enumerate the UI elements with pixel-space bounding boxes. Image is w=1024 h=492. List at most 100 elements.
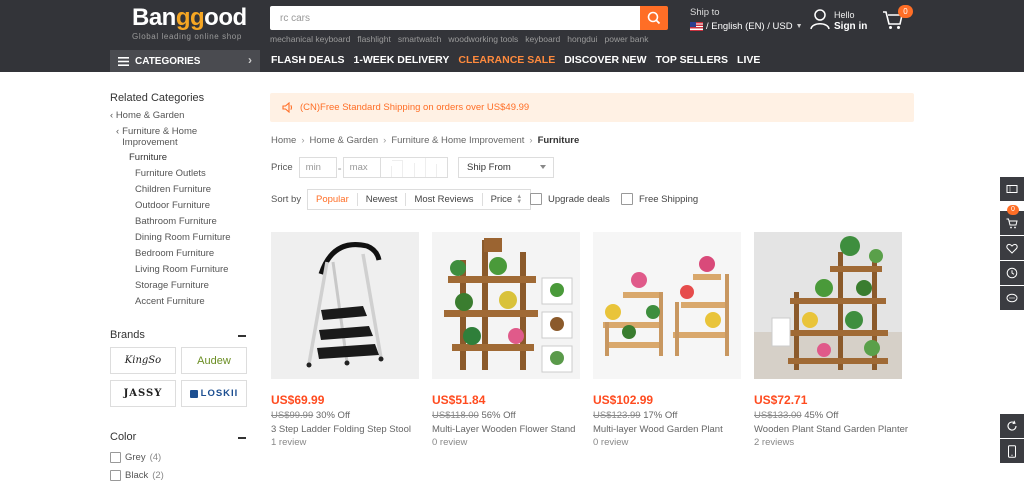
review-count[interactable]: 0 review: [432, 437, 580, 448]
product-image[interactable]: [432, 232, 580, 379]
sort-most-reviews[interactable]: Most Reviews: [406, 193, 483, 206]
hot-word[interactable]: mechanical keyboard: [270, 34, 350, 44]
ship-to-selector[interactable]: Ship to / English (EN) / USD ▼: [690, 7, 803, 32]
logo[interactable]: Banggood: [132, 4, 247, 32]
product-card[interactable]: US$102.99 US$123.99 17% Off Multi-layer …: [593, 232, 741, 448]
chevron-right-icon: ›: [529, 135, 533, 146]
breadcrumb-link[interactable]: Home: [271, 135, 296, 146]
discount-label: 45% Off: [804, 410, 839, 421]
breadcrumb-link[interactable]: Home & Garden: [310, 135, 379, 146]
product-name[interactable]: 3 Step Ladder Folding Step Stool: [271, 424, 419, 435]
product-card[interactable]: US$72.71 US$133.00 45% Off Wooden Plant …: [754, 232, 908, 448]
product-card[interactable]: US$69.99 US$99.99 30% Off 3 Step Ladder …: [271, 232, 419, 448]
coupon-button[interactable]: [1000, 177, 1024, 201]
chat-button[interactable]: [1000, 286, 1024, 310]
search-button[interactable]: [640, 6, 668, 30]
review-count[interactable]: 0 review: [593, 437, 741, 448]
hot-word[interactable]: keyboard: [525, 34, 560, 44]
brand-audew[interactable]: Audew: [181, 347, 247, 374]
product-image[interactable]: [271, 232, 419, 379]
product-name[interactable]: Multi-Layer Wooden Flower Stand: [432, 424, 580, 435]
hot-word[interactable]: power bank: [605, 34, 649, 44]
ship-from-dropdown[interactable]: Ship From: [458, 157, 554, 178]
nav-1-week-delivery[interactable]: 1-WEEK DELIVERY: [354, 54, 450, 66]
brand-loskii[interactable]: LOSKII: [181, 380, 247, 407]
product-image[interactable]: [754, 232, 902, 379]
free-shipping-checkbox[interactable]: [621, 193, 633, 205]
collapse-brands-icon[interactable]: [238, 335, 246, 337]
brand-kingso[interactable]: KingSo: [110, 347, 176, 374]
color-checkbox[interactable]: [110, 470, 121, 481]
floating-toolbar: 0: [1000, 177, 1024, 311]
heart-icon: [1006, 243, 1018, 254]
hot-word[interactable]: hongdui: [567, 34, 597, 44]
price-range-histogram[interactable]: [380, 157, 448, 178]
product-image[interactable]: [593, 232, 741, 379]
sign-in-link[interactable]: Sign in: [834, 21, 867, 32]
garden-plant-stand-image: [603, 256, 729, 356]
ship-to-label: Ship to: [690, 7, 720, 18]
color-option-black[interactable]: Black (2): [110, 470, 164, 481]
caret-down-icon: [540, 165, 546, 169]
float-cart-button[interactable]: 0: [1000, 205, 1024, 235]
category-child-link[interactable]: Bathroom Furniture: [110, 214, 250, 230]
brand-grid: KingSo Audew JASSY LOSKII: [110, 347, 247, 407]
product-price: US$51.84: [432, 393, 486, 407]
nav-flash-deals[interactable]: FLASH DEALS: [271, 54, 345, 66]
original-price: US$123.99: [593, 410, 641, 421]
price-max-input[interactable]: max: [342, 157, 381, 178]
product-name[interactable]: Multi-layer Wood Garden Plant: [593, 424, 741, 435]
product-price: US$102.99: [593, 393, 654, 407]
nav-discover-new[interactable]: DISCOVER NEW: [564, 54, 646, 66]
product-price: US$72.71: [754, 393, 808, 407]
sort-newest[interactable]: Newest: [358, 193, 407, 206]
review-count[interactable]: 1 review: [271, 437, 419, 448]
user-icon: [810, 9, 830, 30]
search-input[interactable]: [270, 6, 640, 30]
hot-word[interactable]: flashlight: [357, 34, 391, 44]
app-button[interactable]: [1000, 439, 1024, 463]
wooden-plant-stand-image: [754, 232, 902, 379]
breadcrumb-link[interactable]: Furniture & Home Improvement: [391, 135, 524, 146]
review-count[interactable]: 2 reviews: [754, 437, 902, 448]
price-min-input[interactable]: min: [298, 157, 337, 178]
sort-price[interactable]: Price ▲ ▼: [483, 193, 531, 206]
category-child-link[interactable]: Accent Furniture: [110, 294, 250, 310]
category-parent-link[interactable]: ‹ Home & Garden: [110, 108, 250, 124]
free-shipping-option[interactable]: Free Shipping: [621, 193, 698, 205]
category-sidebar: Related Categories ‹ Home & Garden ‹ Furn…: [110, 92, 250, 310]
nav-top-sellers[interactable]: TOP SELLERS: [655, 54, 728, 66]
feedback-button[interactable]: [1000, 414, 1024, 438]
hello-text: Hello: [834, 10, 855, 20]
category-child-link[interactable]: Bedroom Furniture: [110, 246, 250, 262]
upgrade-deals-option[interactable]: Upgrade deals: [530, 193, 610, 205]
hot-word[interactable]: smartwatch: [398, 34, 441, 44]
color-checkbox[interactable]: [110, 452, 121, 463]
categories-button[interactable]: CATEGORIES ›: [110, 50, 260, 72]
category-child-link[interactable]: Children Furniture: [110, 182, 250, 198]
upgrade-deals-checkbox[interactable]: [530, 193, 542, 205]
product-name[interactable]: Wooden Plant Stand Garden Planter: [754, 424, 908, 435]
brand-jassy[interactable]: JASSY: [110, 380, 176, 407]
discount-label: 30% Off: [315, 410, 351, 421]
chevron-left-icon: ‹: [116, 126, 120, 137]
account-text[interactable]: Hello Sign in: [834, 10, 867, 32]
category-parent-link[interactable]: ‹ Furniture & Home Improvement: [110, 126, 250, 148]
history-button[interactable]: [1000, 261, 1024, 285]
coupon-icon: [1006, 185, 1018, 193]
color-option-grey[interactable]: Grey (4): [110, 452, 161, 463]
category-child-link[interactable]: Storage Furniture: [110, 278, 250, 294]
nav-live[interactable]: LIVE: [737, 54, 760, 66]
brands-title: Brands: [110, 329, 145, 341]
sort-popular[interactable]: Popular: [308, 193, 358, 206]
collapse-color-icon[interactable]: [238, 437, 246, 439]
account-button[interactable]: [810, 8, 830, 33]
product-card[interactable]: US$51.84 US$118.00 56% Off Multi-Layer W…: [432, 232, 580, 448]
category-child-link[interactable]: Furniture Outlets: [110, 166, 250, 182]
hot-word[interactable]: woodworking tools: [448, 34, 518, 44]
category-child-link[interactable]: Dining Room Furniture: [110, 230, 250, 246]
wishlist-button[interactable]: [1000, 236, 1024, 260]
nav-clearance-sale[interactable]: CLEARANCE SALE: [458, 54, 555, 66]
category-child-link[interactable]: Living Room Furniture: [110, 262, 250, 278]
category-child-link[interactable]: Outdoor Furniture: [110, 198, 250, 214]
